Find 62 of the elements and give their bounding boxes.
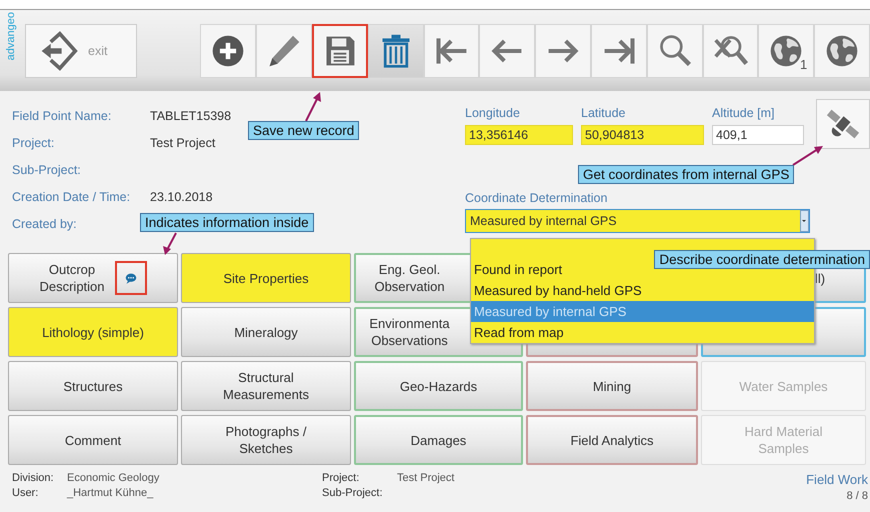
coordinate-label: Latitude (581, 106, 626, 120)
plus-icon (210, 32, 246, 68)
save-button[interactable] (312, 24, 368, 78)
globe-number-label: 1 (800, 56, 808, 72)
module-name: Field Work (806, 472, 868, 487)
gps-button[interactable] (816, 99, 870, 149)
first-button[interactable] (424, 24, 480, 78)
edit-button[interactable] (256, 24, 312, 78)
logo: advangeo (5, 12, 17, 60)
clear-search-button[interactable] (702, 24, 758, 78)
field-label: Field Point Name: (12, 108, 112, 122)
callout-tooltip: Save new record (248, 121, 360, 140)
delete-button[interactable] (368, 24, 424, 78)
coordinate-determination-dropdown[interactable]: Measured by internal GPS (465, 209, 810, 233)
field-label: Creation Date / Time: (12, 190, 132, 204)
callout-tooltip: Describe coordinate determination (654, 250, 870, 269)
caret-icon (800, 210, 809, 232)
field-value: 23.10.2018 (150, 190, 213, 204)
add-button[interactable] (200, 24, 256, 78)
category-tile[interactable]: Mining (526, 361, 698, 411)
status-label: Sub-Project: (322, 487, 384, 499)
category-tile[interactable]: Damages (354, 415, 523, 465)
category-tile[interactable]: Lithology (simple) (8, 307, 178, 357)
field-label: Sub-Project: (12, 162, 82, 176)
next-button[interactable] (535, 24, 592, 78)
search-button[interactable] (646, 24, 703, 78)
status-label: Project: (322, 472, 360, 484)
comment-icon (124, 272, 137, 284)
status-label: Division: (12, 472, 55, 484)
pointer-arrow (305, 92, 321, 122)
coordinate-label: Altitude [m] (712, 106, 776, 120)
field-value: TABLET15398 (150, 108, 232, 122)
last-button[interactable] (591, 24, 647, 78)
globe-button[interactable] (814, 24, 870, 78)
coordinate-determination-label: Coordinate Determination (465, 191, 608, 205)
callout-tooltip: Indicates information inside (140, 213, 314, 232)
category-tile[interactable]: Structures (8, 361, 178, 411)
status-value: _Hartmut Kühne_ (67, 487, 154, 499)
status-value: Test Project (397, 472, 454, 484)
coordinate-field[interactable]: 13,356146 (465, 125, 573, 145)
previous-button[interactable] (479, 24, 536, 78)
field-value: Test Project (150, 136, 216, 150)
coordinate-label: Longitude (465, 106, 521, 120)
category-tile[interactable]: Mineralogy (181, 307, 351, 357)
category-tile[interactable]: Comment (8, 415, 178, 465)
category-tile[interactable]: Geo-Hazards (354, 361, 523, 411)
coordinate-field[interactable]: 409,1 (712, 125, 804, 145)
pointer-arrow (163, 232, 177, 255)
page-counter: 8 / 8 (846, 490, 868, 502)
field-label: Project: (12, 136, 56, 150)
callout-tooltip: Get coordinates from internal GPS (578, 165, 794, 184)
status-value: Economic Geology (67, 472, 160, 484)
globe-button[interactable]: 1 (758, 24, 814, 78)
pointer-arrow (792, 146, 823, 166)
category-tile[interactable]: Outcrop Description (8, 253, 178, 303)
category-tile[interactable]: Photographs / Sketches (181, 415, 351, 465)
status-label: User: (12, 487, 40, 499)
globe-icon (824, 32, 860, 68)
coordinate-field[interactable]: 50,904813 (581, 125, 704, 145)
category-tile[interactable]: Site Properties (181, 253, 351, 303)
category-tile[interactable]: Field Analytics (526, 415, 698, 465)
category-tile[interactable]: Structural Measurements (181, 361, 351, 411)
